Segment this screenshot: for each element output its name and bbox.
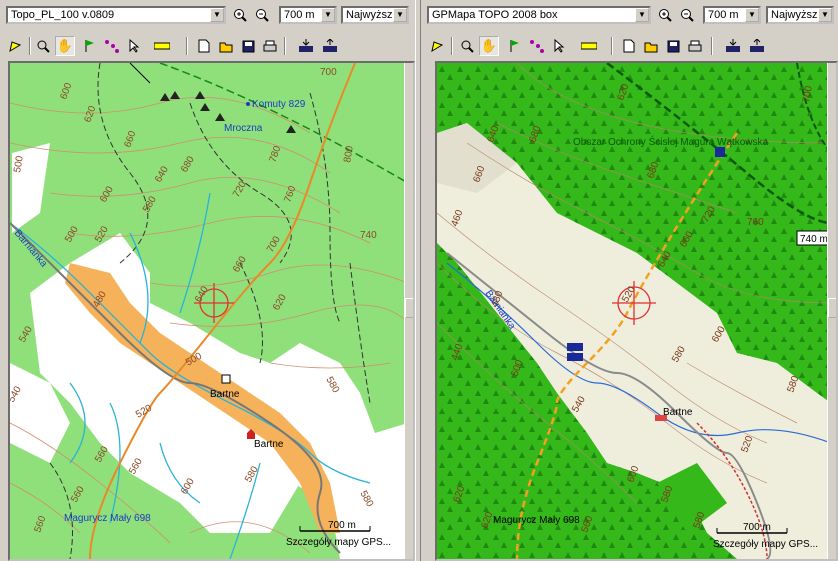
- right-map-pane: GPMapa TOPO 2008 box ▼ 700 m ▼ Najwyższe…: [421, 0, 838, 561]
- left-status-text: Szczegóły mapy GPS...: [286, 537, 391, 548]
- waypoint-flag-icon[interactable]: [80, 36, 100, 56]
- left-zoom-select[interactable]: 700 m ▼: [279, 6, 337, 24]
- left-scroll-thumb[interactable]: [405, 298, 413, 318]
- left-map-canvas[interactable]: Komuty 829 Mroczna Barnianka Bartne Bart…: [8, 61, 415, 561]
- zoom-in-icon[interactable]: [655, 5, 675, 25]
- save-disk-icon[interactable]: [238, 36, 258, 56]
- label-mroczna: Mroczna: [224, 123, 263, 134]
- chevron-down-icon[interactable]: ▼: [393, 8, 407, 22]
- right-topo-map[interactable]: Obszar Ochrony Ścisłej Magura Wątkowska …: [437, 63, 832, 559]
- chevron-down-icon[interactable]: ▼: [321, 8, 335, 22]
- left-tools-toolbar: ✋: [0, 34, 415, 58]
- left-vertical-scrollbar[interactable]: [404, 63, 413, 559]
- pointer-arrow-icon[interactable]: [124, 36, 144, 56]
- left-map-source-select[interactable]: Topo_PL_100 v.0809 ▼: [6, 6, 226, 24]
- measure-ruler-icon[interactable]: [579, 36, 599, 56]
- receive-from-device-icon[interactable]: [296, 36, 316, 56]
- svg-text:760: 760: [747, 217, 764, 228]
- left-detail-value: Najwyższe: [346, 9, 399, 21]
- right-map-canvas[interactable]: Obszar Ochrony Ścisłej Magura Wątkowska …: [435, 61, 838, 561]
- right-zoom-select[interactable]: 700 m ▼: [703, 6, 761, 24]
- left-map-source-value: Topo_PL_100 v.0809: [11, 9, 115, 21]
- print-icon[interactable]: [260, 36, 280, 56]
- zoom-tool-icon[interactable]: [457, 36, 477, 56]
- label-magurycz: Magurycz Mały 698: [64, 513, 151, 524]
- right-top-toolbar: GPMapa TOPO 2008 box ▼ 700 m ▼ Najwyższe…: [421, 4, 838, 26]
- open-folder-icon[interactable]: [641, 36, 661, 56]
- label-obszar-ochrony: Obszar Ochrony Ścisłej Magura Wątkowska: [573, 135, 769, 148]
- hand-pan-icon[interactable]: ✋: [479, 36, 499, 56]
- pointer-arrow-icon[interactable]: [549, 36, 569, 56]
- left-map-pane: Topo_PL_100 v.0809 ▼ 700 m ▼ Najwyższe ▼…: [0, 0, 415, 561]
- select-area-icon[interactable]: [5, 36, 25, 56]
- waypoint-flag-icon[interactable]: [505, 36, 525, 56]
- measure-ruler-icon[interactable]: [152, 36, 172, 56]
- right-map-source-select[interactable]: GPMapa TOPO 2008 box ▼: [427, 6, 651, 24]
- label-bartne-1: Bartne: [210, 389, 240, 400]
- label-magurycz: Magurycz Mały 698: [493, 515, 580, 526]
- elevation-tag: 740 m: [796, 230, 832, 246]
- right-scale-label: 700 m: [743, 522, 771, 533]
- right-detail-select[interactable]: Najwyższe ▼: [766, 6, 834, 24]
- route-icon[interactable]: [102, 36, 122, 56]
- svg-text:700: 700: [320, 67, 337, 78]
- left-detail-select[interactable]: Najwyższe ▼: [341, 6, 409, 24]
- send-to-device-icon[interactable]: [320, 36, 340, 56]
- right-detail-value: Najwyższe: [771, 9, 824, 21]
- right-zoom-value: 700 m: [708, 9, 739, 21]
- hand-pan-icon[interactable]: ✋: [55, 36, 75, 56]
- send-to-device-icon[interactable]: [747, 36, 767, 56]
- right-scroll-thumb[interactable]: [828, 298, 836, 318]
- left-top-toolbar: Topo_PL_100 v.0809 ▼ 700 m ▼ Najwyższe ▼: [0, 4, 415, 26]
- receive-from-device-icon[interactable]: [723, 36, 743, 56]
- label-bartne: Bartne: [663, 407, 693, 418]
- elevation-tag-label: 740 m: [800, 234, 828, 245]
- zoom-tool-icon[interactable]: [33, 36, 53, 56]
- label-komuty: Komuty 829: [252, 99, 306, 110]
- save-disk-icon[interactable]: [663, 36, 683, 56]
- label-bartne-2: Bartne: [254, 439, 284, 450]
- right-map-source-value: GPMapa TOPO 2008 box: [432, 9, 558, 21]
- left-topo-map[interactable]: Komuty 829 Mroczna Barnianka Bartne Bart…: [10, 63, 409, 559]
- left-scale-label: 700 m: [328, 520, 356, 531]
- new-file-icon[interactable]: [619, 36, 639, 56]
- route-icon[interactable]: [527, 36, 547, 56]
- zoom-out-icon[interactable]: [252, 5, 272, 25]
- chevron-down-icon[interactable]: ▼: [818, 8, 832, 22]
- right-tools-toolbar: ✋: [421, 34, 838, 58]
- chevron-down-icon[interactable]: ▼: [210, 8, 224, 22]
- right-status-text: Szczegóły mapy GPS...: [713, 539, 818, 550]
- chevron-down-icon[interactable]: ▼: [635, 8, 649, 22]
- right-vertical-scrollbar[interactable]: [827, 63, 836, 559]
- svg-text:740: 740: [360, 230, 377, 241]
- zoom-out-icon[interactable]: [677, 5, 697, 25]
- left-zoom-value: 700 m: [284, 9, 315, 21]
- print-icon[interactable]: [685, 36, 705, 56]
- select-area-icon[interactable]: [427, 36, 447, 56]
- zoom-in-icon[interactable]: [230, 5, 250, 25]
- chevron-down-icon[interactable]: ▼: [745, 8, 759, 22]
- new-file-icon[interactable]: [194, 36, 214, 56]
- open-folder-icon[interactable]: [216, 36, 236, 56]
